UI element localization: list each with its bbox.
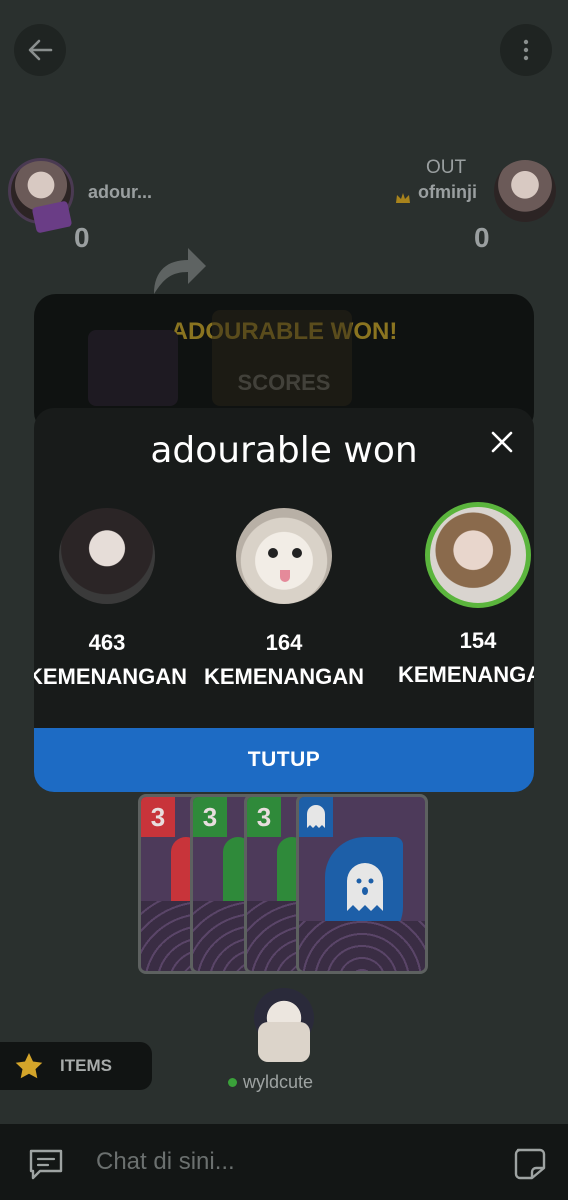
tutup-button[interactable]: TUTUP (34, 728, 534, 792)
close-button[interactable] (484, 424, 520, 460)
leader-wins-label: KEMENANGAN (203, 664, 365, 689)
more-menu-button[interactable] (500, 24, 552, 76)
items-label: ITEMS (60, 1056, 112, 1075)
card-value: 3 (247, 797, 281, 837)
arrow-left-icon (28, 39, 53, 61)
game-board: adour... 0 OUT ofminji 0 ADOURABLE WON! … (0, 0, 568, 1200)
leaderboard-item: 463 KEMENANGAN (34, 508, 192, 690)
leaderboard-item: 164 KEMENANGAN (199, 508, 369, 690)
self-avatar (250, 988, 318, 1068)
draw-pile-shadow (212, 310, 352, 406)
leader-avatar (236, 508, 332, 604)
ghost-icon (307, 805, 325, 828)
chat-input[interactable]: Chat di sini... (96, 1148, 235, 1176)
chat-icon[interactable] (28, 1148, 64, 1180)
opponent-name-right: ofminji (418, 182, 477, 202)
self-name-row: wyldcute (228, 1072, 313, 1093)
hand-card-ghost[interactable] (296, 794, 428, 974)
card-ghost-badge (299, 797, 333, 837)
ghost-icon (347, 863, 383, 911)
crown-icon (396, 193, 410, 203)
more-vertical-icon (523, 39, 529, 61)
win-dialog: adourable won 463 KEMENANGAN 164 KEMENAN… (34, 408, 534, 792)
dialog-title: adourable won (150, 430, 418, 471)
items-button[interactable]: ITEMS (0, 1042, 152, 1090)
leaderboard-item: 154 KEMENANGAN (393, 502, 534, 688)
sticker-icon[interactable] (512, 1146, 548, 1182)
close-icon (491, 431, 513, 453)
opponent-name-left: adour... (88, 182, 153, 202)
card-value: 3 (141, 797, 175, 837)
opponent-avatar-right (494, 160, 556, 222)
card-value: 3 (193, 797, 227, 837)
leader-wins-label: KEMENANGAN (397, 662, 534, 687)
back-button[interactable] (14, 24, 66, 76)
online-status-dot (228, 1078, 237, 1087)
leader-wins: 164 (265, 630, 303, 655)
leader-avatar (59, 508, 155, 604)
star-icon (15, 1053, 43, 1079)
leader-wins-label: KEMENANGAN (34, 664, 188, 689)
leader-wins: 154 (459, 628, 497, 653)
leader-wins: 463 (88, 630, 126, 655)
opponent-score-right: 0 (474, 222, 490, 253)
leader-avatar-highlighted (425, 502, 531, 608)
discard-card-shadow (88, 330, 178, 406)
opponent-score-left: 0 (74, 222, 90, 253)
chat-bar: Chat di sini... (0, 1124, 568, 1200)
turn-direction-icon (154, 248, 206, 294)
self-name: wyldcute (243, 1072, 314, 1092)
opponent-status-right: OUT (426, 157, 467, 178)
